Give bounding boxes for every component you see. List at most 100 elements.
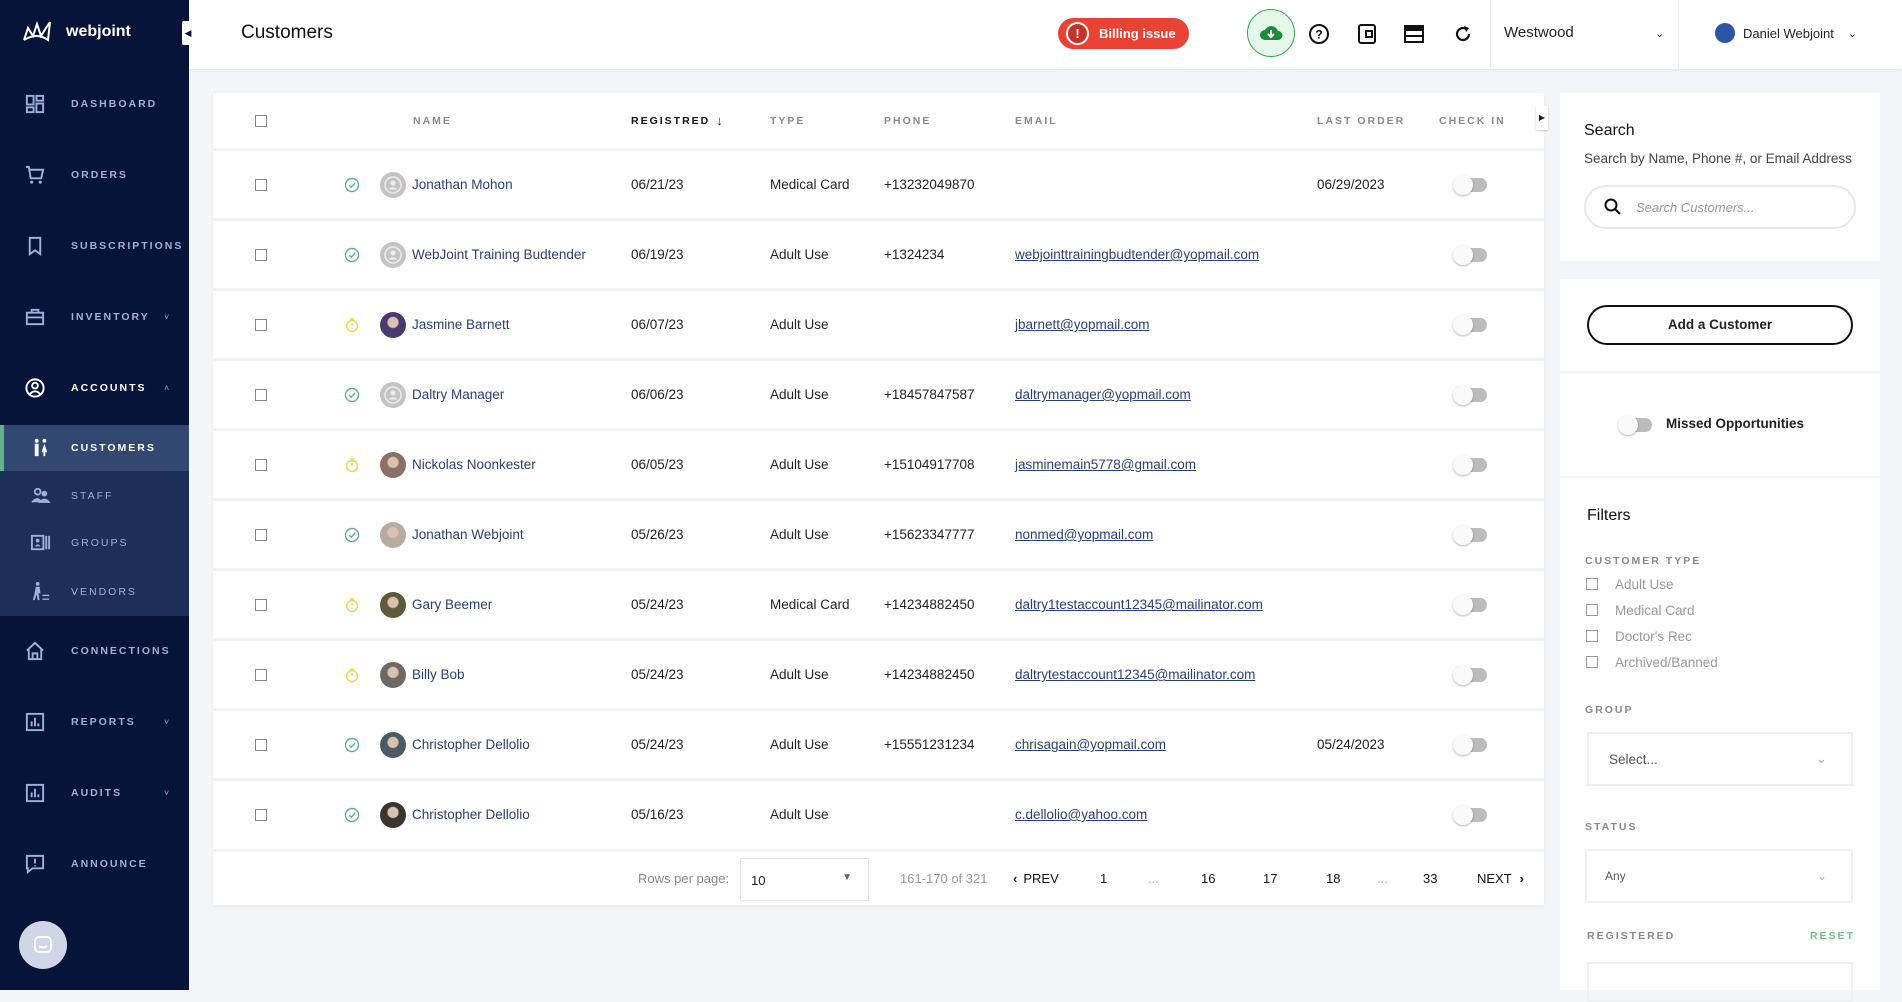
column-email[interactable]: EMAIL <box>1015 93 1058 148</box>
email-link[interactable]: chrisagain@yopmail.com <box>1015 711 1166 778</box>
sidebar-item-orders[interactable]: ORDERS <box>0 150 189 200</box>
filter-type-checkbox[interactable]: Archived/Banned <box>1586 649 1718 675</box>
sidebar-item-accounts[interactable]: ACCOUNTS˄ <box>0 363 189 413</box>
filter-type-checkbox[interactable]: Medical Card <box>1586 597 1718 623</box>
table-row[interactable]: Jasmine Barnett 06/07/23 Adult Use jbarn… <box>213 288 1544 358</box>
customer-name-link[interactable]: Christopher Dellolio <box>380 711 530 778</box>
column-registered[interactable]: REGISTRED↓ <box>631 93 725 148</box>
reset-button[interactable]: RESET <box>1810 930 1855 942</box>
check-in-toggle[interactable] <box>1455 571 1487 638</box>
table-row[interactable]: WebJoint Training Budtender 06/19/23 Adu… <box>213 218 1544 288</box>
group-select[interactable]: Select...⌄ <box>1587 732 1853 786</box>
customer-name-link[interactable]: Jonathan Mohon <box>380 151 513 218</box>
email-link[interactable]: jbarnett@yopmail.com <box>1015 291 1150 358</box>
row-checkbox[interactable] <box>255 151 267 218</box>
check-in-toggle[interactable] <box>1455 431 1487 498</box>
row-checkbox[interactable] <box>255 641 267 708</box>
sidebar-item-vendors[interactable]: VENDORS <box>0 567 189 617</box>
customer-name-link[interactable]: Gary Beemer <box>380 571 492 638</box>
check-in-toggle[interactable] <box>1455 711 1487 778</box>
filter-type-checkbox[interactable]: Doctor's Rec <box>1586 623 1718 649</box>
collapse-sidebar-button[interactable]: ◀ <box>182 21 194 45</box>
next-button[interactable]: NEXT› <box>1477 852 1524 905</box>
sidebar-item-dashboard[interactable]: DASHBOARD <box>0 79 189 129</box>
select-all-checkbox[interactable] <box>255 93 267 148</box>
table-row[interactable]: Gary Beemer 05/24/23 Medical Card +14234… <box>213 568 1544 638</box>
register-button[interactable] <box>1402 22 1426 46</box>
filter-type-checkbox[interactable]: Adult Use <box>1586 571 1718 597</box>
customer-name-link[interactable]: Nickolas Noonkester <box>380 431 536 498</box>
check-in-toggle[interactable] <box>1455 501 1487 568</box>
help-button[interactable]: ? <box>1307 22 1331 46</box>
add-customer-button[interactable]: Add a Customer <box>1587 305 1853 345</box>
rows-per-page-select[interactable]: 10 ▼ <box>740 858 869 901</box>
row-checkbox[interactable] <box>255 711 267 778</box>
chat-button[interactable] <box>19 921 67 969</box>
sidebar-item-customers[interactable]: CUSTOMERS <box>0 423 189 473</box>
table-row[interactable]: Christopher Dellolio 05/24/23 Adult Use … <box>213 708 1544 778</box>
customer-name-link[interactable]: Billy Bob <box>380 641 465 708</box>
table-row[interactable]: Nickolas Noonkester 06/05/23 Adult Use +… <box>213 428 1544 498</box>
registered-date-input[interactable] <box>1587 962 1853 1002</box>
wallet-button[interactable] <box>1355 22 1379 46</box>
check-in-toggle[interactable] <box>1455 151 1487 218</box>
row-checkbox[interactable] <box>255 501 267 568</box>
check-in-toggle[interactable] <box>1455 781 1487 848</box>
customer-name-link[interactable]: Christopher Dellolio <box>380 781 530 848</box>
email-link[interactable]: nonmed@yopmail.com <box>1015 501 1153 568</box>
table-row[interactable]: Christopher Dellolio 05/16/23 Adult Use … <box>213 778 1544 848</box>
column-type[interactable]: TYPE <box>770 93 805 148</box>
sidebar-item-groups[interactable]: GROUPS <box>0 518 189 568</box>
email-link[interactable]: c.dellolio@yahoo.com <box>1015 781 1147 848</box>
sidebar-item-audits[interactable]: AUDITS˅ <box>0 768 189 818</box>
column-name[interactable]: NAME <box>413 93 452 148</box>
row-checkbox[interactable] <box>255 361 267 428</box>
sidebar-item-reports[interactable]: REPORTS˅ <box>0 697 189 747</box>
check-in-toggle[interactable] <box>1455 221 1487 288</box>
customer-name-link[interactable]: Jasmine Barnett <box>380 291 510 358</box>
sidebar-item-inventory[interactable]: INVENTORY˅ <box>0 292 189 342</box>
refresh-button[interactable] <box>1451 22 1475 46</box>
row-checkbox[interactable] <box>255 221 267 288</box>
table-row[interactable]: Billy Bob 05/24/23 Adult Use +1423488245… <box>213 638 1544 708</box>
email-link[interactable]: daltry1testaccount12345@mailinator.com <box>1015 571 1263 638</box>
email-link[interactable]: webjointtrainingbudtender@yopmail.com <box>1015 221 1259 288</box>
page-18[interactable]: 18 <box>1326 852 1340 905</box>
row-checkbox[interactable] <box>255 291 267 358</box>
page-16[interactable]: 16 <box>1201 852 1215 905</box>
email-link[interactable]: daltrymanager@yopmail.com <box>1015 361 1191 428</box>
expand-columns-button[interactable]: ▶ <box>1536 106 1548 130</box>
billing-issue-button[interactable]: !Billing issue <box>1058 18 1189 49</box>
row-checkbox[interactable] <box>255 431 267 498</box>
column-phone[interactable]: PHONE <box>884 93 931 148</box>
sidebar-item-connections[interactable]: CONNECTIONS <box>0 626 189 676</box>
table-row[interactable]: Daltry Manager 06/06/23 Adult Use +18457… <box>213 358 1544 428</box>
check-in-toggle[interactable] <box>1455 361 1487 428</box>
search-input[interactable]: Search Customers... <box>1584 185 1856 229</box>
sync-button[interactable] <box>1247 9 1295 57</box>
check-in-toggle[interactable] <box>1455 641 1487 708</box>
email-link[interactable]: daltrytestaccount12345@mailinator.com <box>1015 641 1255 708</box>
sidebar-item-staff[interactable]: STAFF <box>0 471 189 521</box>
column-check-in[interactable]: CHECK IN <box>1439 93 1506 148</box>
page-1[interactable]: 1 <box>1100 852 1107 905</box>
missed-opportunities-toggle[interactable] <box>1620 418 1652 432</box>
page-17[interactable]: 17 <box>1263 852 1277 905</box>
customer-name-link[interactable]: Daltry Manager <box>380 361 504 428</box>
row-checkbox[interactable] <box>255 571 267 638</box>
status-select[interactable]: Any⌄ <box>1585 849 1853 903</box>
row-checkbox[interactable] <box>255 781 267 848</box>
page-33[interactable]: 33 <box>1423 852 1437 905</box>
prev-button[interactable]: ‹PREV <box>1013 852 1059 905</box>
table-row[interactable]: Jonathan Mohon 06/21/23 Medical Card +13… <box>213 148 1544 218</box>
sidebar-item-subscriptions[interactable]: SUBSCRIPTIONS <box>0 221 189 271</box>
user-menu[interactable]: Daniel Webjoint ⌄ <box>1715 23 1857 43</box>
table-row[interactable]: Jonathan Webjoint 05/26/23 Adult Use +15… <box>213 498 1544 568</box>
column-last-order[interactable]: LAST ORDER <box>1317 93 1405 148</box>
email-link[interactable]: jasminemain5778@gmail.com <box>1015 431 1196 498</box>
customer-name-link[interactable]: Jonathan Webjoint <box>380 501 524 568</box>
brand-logo[interactable]: webjoint <box>22 20 131 44</box>
sidebar-item-announce[interactable]: ANNOUNCE <box>0 839 189 889</box>
check-in-toggle[interactable] <box>1455 291 1487 358</box>
customer-name-link[interactable]: WebJoint Training Budtender <box>380 221 586 288</box>
